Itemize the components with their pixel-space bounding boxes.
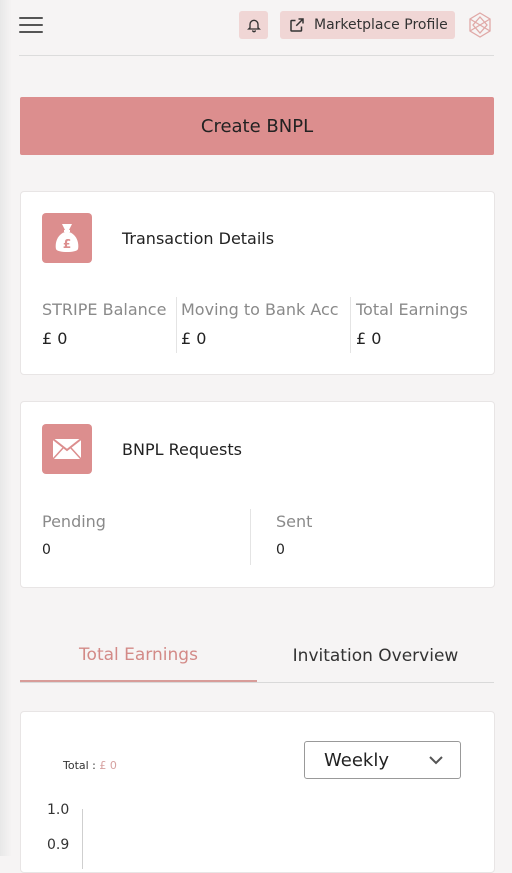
chart-total-value: £ 0 bbox=[99, 759, 117, 772]
stat-separator bbox=[250, 509, 251, 565]
left-edge-shadow bbox=[0, 0, 12, 856]
sent-value: 0 bbox=[276, 542, 285, 558]
total-earnings-value: £ 0 bbox=[356, 329, 382, 348]
total-earnings-label: Total Earnings bbox=[356, 300, 468, 319]
marketplace-profile-button[interactable]: Marketplace Profile bbox=[280, 11, 455, 39]
pending-label: Pending bbox=[42, 512, 106, 531]
external-link-icon bbox=[290, 18, 304, 32]
period-select-value: Weekly bbox=[324, 749, 389, 771]
y-tick-label: 1.0 bbox=[47, 802, 70, 818]
chevron-down-icon bbox=[429, 756, 443, 765]
tab-total-earnings[interactable]: Total Earnings bbox=[20, 630, 257, 683]
stripe-balance-label: STRIPE Balance bbox=[42, 300, 167, 319]
moving-to-bank-value: £ 0 bbox=[181, 329, 207, 348]
money-bag-icon: £ bbox=[42, 213, 92, 263]
earnings-chart-card: Total : £ 0 Weekly 1.0 0.9 bbox=[20, 711, 495, 873]
svg-text:£: £ bbox=[63, 237, 71, 251]
top-header: Marketplace Profile bbox=[0, 0, 512, 56]
notifications-button[interactable] bbox=[239, 11, 268, 39]
tab-invitation-overview[interactable]: Invitation Overview bbox=[257, 630, 494, 682]
transaction-details-title: Transaction Details bbox=[122, 229, 275, 248]
y-tick-label: 0.9 bbox=[47, 837, 70, 853]
sent-label: Sent bbox=[276, 512, 313, 531]
menu-icon[interactable] bbox=[19, 15, 43, 35]
brand-logo-icon[interactable] bbox=[468, 12, 492, 38]
header-divider bbox=[19, 55, 494, 56]
stripe-balance-value: £ 0 bbox=[42, 329, 68, 348]
pending-value: 0 bbox=[42, 542, 51, 558]
stat-separator bbox=[350, 297, 351, 353]
bnpl-requests-title: BNPL Requests bbox=[122, 440, 242, 459]
bnpl-requests-card: BNPL Requests Pending 0 Sent 0 bbox=[20, 401, 495, 588]
stat-separator bbox=[176, 297, 177, 353]
earnings-tabs: Total Earnings Invitation Overview bbox=[20, 630, 494, 683]
moving-to-bank-label: Moving to Bank Acc bbox=[181, 300, 339, 319]
chart-y-axis bbox=[82, 809, 83, 869]
marketplace-profile-label: Marketplace Profile bbox=[314, 17, 448, 33]
transaction-details-card: £ Transaction Details STRIPE Balance £ 0… bbox=[20, 191, 495, 375]
tabs-divider bbox=[20, 682, 494, 683]
bell-icon bbox=[246, 19, 261, 33]
period-select[interactable]: Weekly bbox=[304, 741, 461, 779]
envelope-icon bbox=[42, 424, 92, 474]
create-bnpl-button[interactable]: Create BNPL bbox=[20, 97, 494, 155]
chart-total: Total : £ 0 bbox=[63, 759, 117, 772]
chart-total-label: Total : bbox=[63, 759, 96, 772]
